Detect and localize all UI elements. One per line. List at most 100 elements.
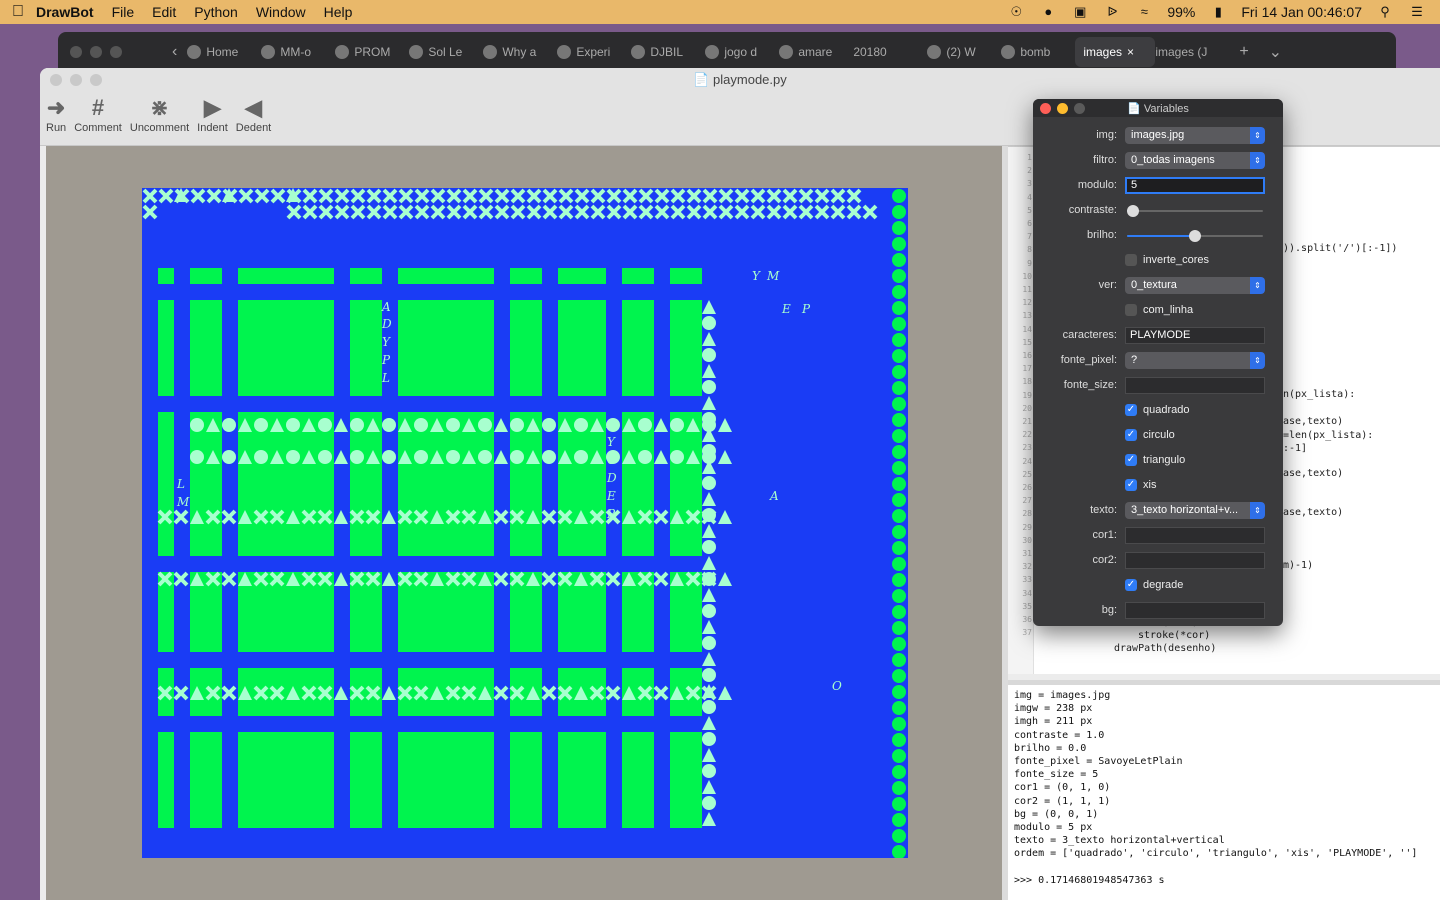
- whatsapp-icon: [927, 45, 942, 59]
- cor1-input[interactable]: [1125, 526, 1265, 544]
- triangulo-checkbox[interactable]: ✓ triangulo: [1125, 454, 1185, 466]
- code-line: ase,texto): [1283, 467, 1344, 479]
- creative-cloud-icon[interactable]: ☉: [1007, 5, 1025, 19]
- browser-tab[interactable]: (2) W: [927, 45, 1001, 59]
- xis-row: ✓ xis: [1033, 475, 1283, 495]
- menu-window[interactable]: Window: [256, 4, 306, 20]
- browser-tab[interactable]: MM-o: [261, 45, 335, 59]
- circle-mark: [892, 621, 906, 635]
- contraste-slider[interactable]: [1125, 202, 1265, 219]
- texto-select[interactable]: 3_texto horizontal+v... ⇕: [1125, 501, 1265, 519]
- wifi-icon[interactable]: ≈: [1135, 5, 1153, 19]
- clock[interactable]: Fri 14 Jan 00:46:07: [1241, 4, 1362, 20]
- circle-mark: [702, 412, 716, 426]
- circle-mark: [892, 445, 906, 459]
- circle-mark: [892, 189, 906, 203]
- checkbox-checked-icon[interactable]: ✓: [1125, 454, 1137, 466]
- new-tab-icon[interactable]: +: [1239, 43, 1248, 61]
- circle-mark: [670, 450, 684, 464]
- com-linha-checkbox[interactable]: com_linha: [1125, 304, 1193, 316]
- control-center-icon[interactable]: ☰: [1408, 5, 1426, 19]
- battery-percent[interactable]: 99%: [1167, 4, 1195, 20]
- browser-tab-active[interactable]: images ×: [1075, 37, 1156, 67]
- circulo-checkbox[interactable]: ✓ circulo: [1125, 429, 1175, 441]
- circle-mark: [446, 450, 460, 464]
- calendar-icon[interactable]: ▣: [1071, 5, 1089, 19]
- browser-tab[interactable]: Home: [187, 45, 261, 59]
- circle-mark: [892, 749, 906, 763]
- run-button[interactable]: ➜ Run: [46, 92, 66, 134]
- battery-icon[interactable]: ▮: [1209, 5, 1227, 19]
- circle-mark: [892, 413, 906, 427]
- apple-menu-icon[interactable]: : [0, 3, 36, 21]
- browser-tab[interactable]: Sol Le: [409, 45, 483, 59]
- checkbox-box[interactable]: [1125, 304, 1137, 316]
- tab-list-chevron-icon[interactable]: ⌄: [1269, 42, 1282, 62]
- indent-button[interactable]: ▶ Indent: [197, 92, 228, 134]
- comment-button[interactable]: # Comment: [74, 92, 122, 134]
- line-number: 13: [1022, 311, 1032, 321]
- ver-select[interactable]: 0_textura ⇕: [1125, 276, 1265, 294]
- checkbox-checked-icon[interactable]: ✓: [1125, 579, 1137, 591]
- browser-tab[interactable]: DJBIL: [631, 45, 705, 59]
- circle-mark: [892, 797, 906, 811]
- checkbox-checked-icon[interactable]: ✓: [1125, 479, 1137, 491]
- slider-knob[interactable]: [1189, 229, 1201, 242]
- img-select[interactable]: images.jpg ⇕: [1125, 126, 1265, 144]
- menu-file[interactable]: File: [112, 4, 135, 20]
- browser-tab[interactable]: PROM: [335, 45, 409, 59]
- quadrado-checkbox[interactable]: ✓ quadrado: [1125, 404, 1190, 416]
- canvas-letter: L: [176, 477, 185, 491]
- fonte-pixel-select[interactable]: ? ⇕: [1125, 351, 1265, 369]
- modulo-input[interactable]: 5: [1125, 176, 1265, 194]
- spotlight-search-icon[interactable]: ⚲: [1376, 5, 1394, 19]
- checkbox-checked-icon[interactable]: ✓: [1125, 404, 1137, 416]
- checkbox-checked-icon[interactable]: ✓: [1125, 429, 1137, 441]
- menu-edit[interactable]: Edit: [152, 4, 176, 20]
- browser-tab[interactable]: jogo d: [705, 45, 779, 59]
- bg-input[interactable]: [1125, 601, 1265, 619]
- degrade-checkbox[interactable]: ✓ degrade: [1125, 579, 1183, 591]
- filtro-select[interactable]: 0_todas imagens ⇕: [1125, 151, 1265, 169]
- browser-tab[interactable]: images (J: [1155, 45, 1229, 59]
- green-block: [558, 300, 606, 396]
- inverte-cores-checkbox[interactable]: inverte_cores: [1125, 254, 1209, 266]
- circle-mark: [222, 450, 236, 464]
- caracteres-input[interactable]: PLAYMODE: [1125, 326, 1265, 344]
- line-number: 25: [1022, 469, 1032, 479]
- browser-tab[interactable]: Why a: [483, 45, 557, 59]
- checkbox-box[interactable]: [1125, 254, 1137, 266]
- tab-scroll-left-icon[interactable]: ‹: [172, 43, 177, 61]
- menu-help[interactable]: Help: [324, 4, 353, 20]
- browser-tab[interactable]: Experi: [557, 45, 631, 59]
- browser-tab[interactable]: bomb: [1001, 45, 1075, 59]
- green-block: [670, 300, 702, 396]
- line-number: 23: [1022, 443, 1032, 453]
- menu-app-name[interactable]: DrawBot: [36, 4, 94, 20]
- cor2-input[interactable]: [1125, 551, 1265, 569]
- output-line: cor1 = (0, 1, 0): [1014, 782, 1111, 794]
- circle-mark: [892, 301, 906, 315]
- fonte-size-input[interactable]: [1125, 376, 1265, 394]
- output-line: cor2 = (1, 1, 1): [1014, 795, 1111, 807]
- browser-tab[interactable]: 20180: [853, 45, 927, 59]
- close-tab-icon[interactable]: ×: [1127, 45, 1134, 59]
- browser-tab[interactable]: amare: [779, 45, 853, 59]
- uncomment-button[interactable]: ⋇ Uncomment: [130, 92, 189, 134]
- run-arrow-icon: ➜: [46, 95, 66, 120]
- green-block: [510, 732, 542, 828]
- menu-python[interactable]: Python: [194, 4, 238, 20]
- xis-checkbox[interactable]: ✓ xis: [1125, 479, 1156, 491]
- circle-status-icon[interactable]: ●: [1039, 5, 1057, 19]
- slider-knob[interactable]: [1127, 204, 1139, 217]
- bluetooth-icon[interactable]: ᐉ: [1103, 5, 1121, 19]
- canvas-view[interactable]: YMEPAADYPLAYODEPLMO: [46, 146, 1002, 900]
- green-block: [158, 300, 174, 396]
- favicon-icon: [187, 45, 202, 59]
- dedent-button[interactable]: ◀ Dedent: [236, 92, 271, 134]
- google-icon: [1001, 45, 1016, 59]
- canvas-letter: M: [766, 269, 780, 283]
- circle-mark: [542, 450, 556, 464]
- canvas-letter: L: [381, 371, 390, 385]
- brilho-slider[interactable]: [1125, 227, 1265, 244]
